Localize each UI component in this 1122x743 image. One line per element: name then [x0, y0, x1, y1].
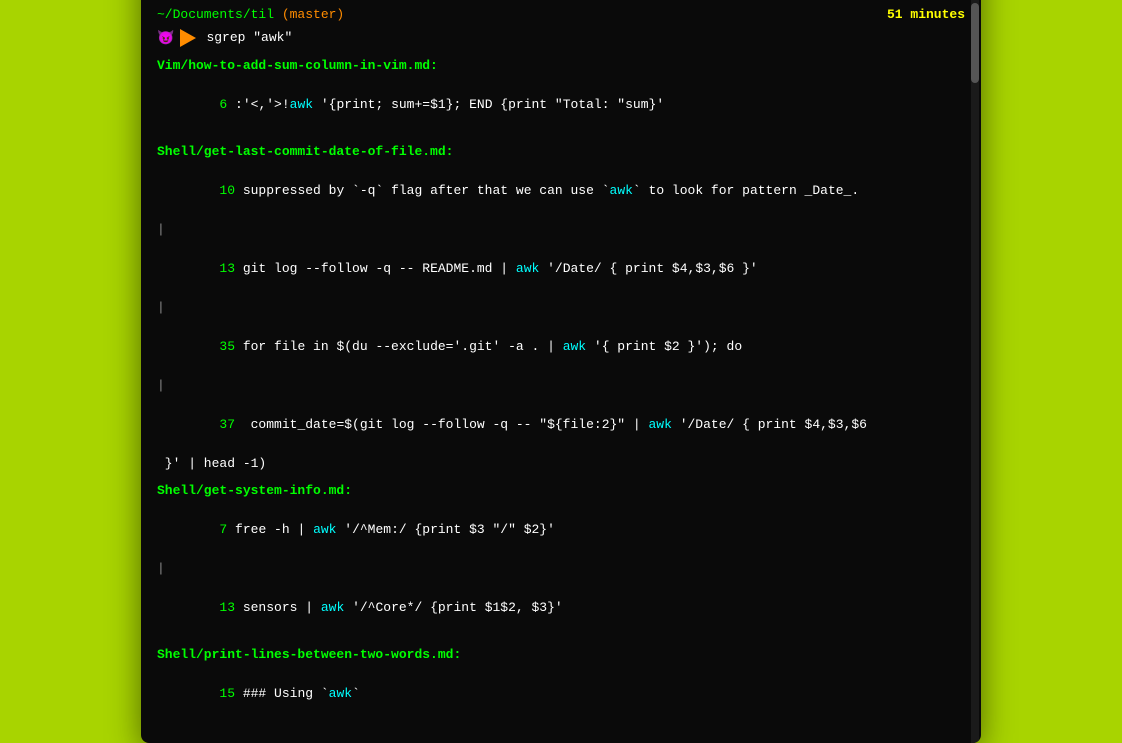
commit-line-37: 37 commit_date=$(git log --follow -q -- … — [157, 395, 965, 454]
section-sysinfo: Shell/get-system-info.md: 7 free -h | aw… — [157, 481, 965, 637]
commit-line-37b: }' | head -1) — [157, 454, 965, 474]
vim-line-6: 6 :'<,'>!awk '{print; sum+=$1}; END {pri… — [157, 75, 965, 134]
commit-line-35: 35 for file in $(du --exclude='.git' -a … — [157, 317, 965, 376]
prompt-arrow-icon — [180, 29, 196, 47]
command-text: sgrep "awk" — [206, 28, 292, 48]
prompt-line: 😈 sgrep "awk" — [157, 28, 965, 48]
commit-pipe-2: | — [157, 298, 965, 318]
section-printlines-filename: Shell/print-lines-between-two-words.md: — [157, 645, 965, 665]
scrollbar[interactable] — [971, 0, 979, 743]
section-commit-filename: Shell/get-last-commit-date-of-file.md: — [157, 142, 965, 162]
sysinfo-line-7: 7 free -h | awk '/^Mem:/ {print $3 "/" $… — [157, 501, 965, 560]
terminal-header-line: ~/Documents/til (master) 51 minutes — [157, 5, 965, 25]
section-sysinfo-filename: Shell/get-system-info.md: — [157, 481, 965, 501]
sysinfo-pipe-1: | — [157, 559, 965, 579]
commit-pipe-3: | — [157, 376, 965, 396]
section-vim: Vim/how-to-add-sum-column-in-vim.md: 6 :… — [157, 56, 965, 134]
section-commit: Shell/get-last-commit-date-of-file.md: 1… — [157, 142, 965, 474]
printlines-line-15: 15 ### Using `awk` — [157, 665, 965, 724]
path-branch: ~/Documents/til (master) — [157, 5, 344, 25]
sysinfo-line-13: 13 sensors | awk '/^Core*/ {print $1$2, … — [157, 579, 965, 638]
terminal-window: ✕ 😊 @bhupeshimself ~/Documents/til (mast… — [141, 0, 981, 743]
time-text: 51 minutes — [887, 5, 965, 25]
path-text: ~/Documents/til — [157, 7, 282, 22]
commit-line-10: 10 suppressed by `-q` flag after that we… — [157, 161, 965, 220]
section-printlines: Shell/print-lines-between-two-words.md: … — [157, 645, 965, 723]
prompt-emoji-icon: 😈 — [157, 30, 174, 47]
commit-pipe-1: | — [157, 220, 965, 240]
branch-text: (master) — [282, 7, 344, 22]
commit-line-13: 13 git log --follow -q -- README.md | aw… — [157, 239, 965, 298]
section-vim-filename: Vim/how-to-add-sum-column-in-vim.md: — [157, 56, 965, 76]
scrollbar-thumb[interactable] — [971, 3, 979, 83]
terminal-body[interactable]: ~/Documents/til (master) 51 minutes 😈 sg… — [141, 0, 981, 743]
